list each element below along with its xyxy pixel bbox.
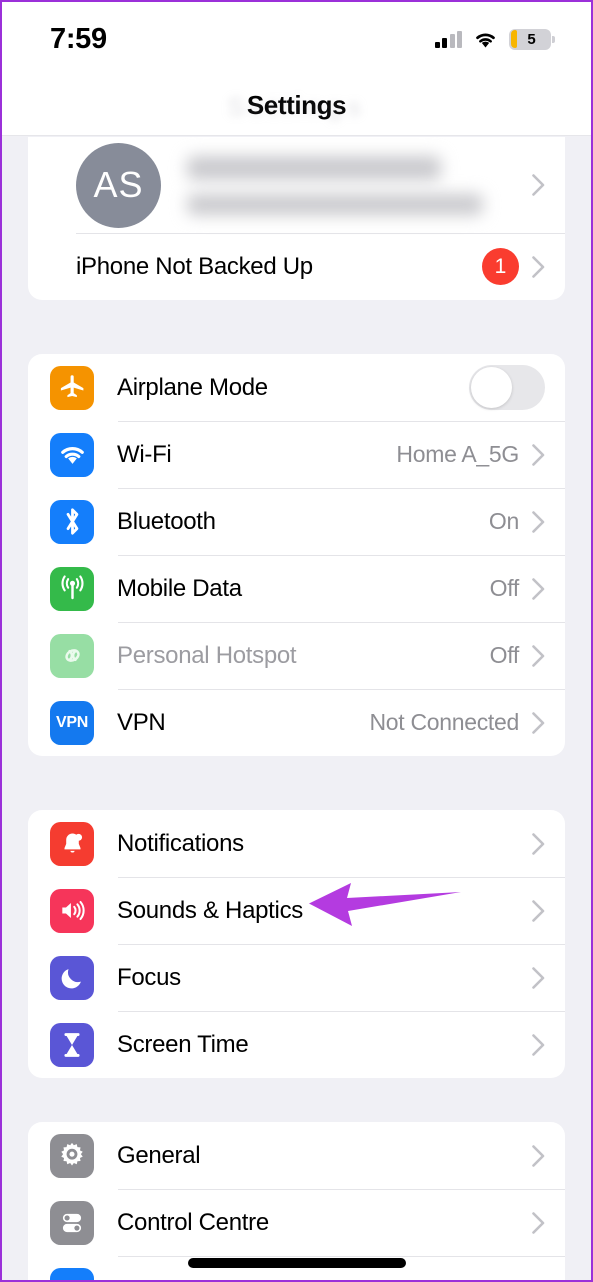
cellular-antenna-icon bbox=[50, 566, 94, 611]
chevron-right-icon bbox=[532, 174, 545, 196]
sidebar-item-bluetooth[interactable]: Bluetooth On bbox=[28, 488, 565, 555]
sidebar-item-label: Bluetooth bbox=[117, 507, 216, 535]
chevron-right-icon bbox=[532, 443, 545, 466]
wifi-icon bbox=[50, 432, 94, 477]
sidebar-item-label: Airplane Mode bbox=[117, 373, 268, 401]
airplane-icon bbox=[50, 365, 94, 410]
cellular-bars-icon bbox=[434, 30, 462, 48]
status-bar: 7:59 5 bbox=[2, 2, 591, 76]
avatar-initials: AS bbox=[93, 164, 144, 205]
chevron-right-icon bbox=[532, 510, 545, 533]
gear-icon bbox=[50, 1133, 94, 1178]
iphone-settings-screen: 7:59 5 Settings Settings AS iPhone Not B… bbox=[0, 0, 593, 1282]
chevron-right-icon bbox=[532, 644, 545, 667]
sidebar-item-label: Control Centre bbox=[117, 1208, 269, 1236]
sidebar-item-sounds-haptics[interactable]: Sounds & Haptics bbox=[28, 877, 565, 944]
sidebar-item-personal-hotspot[interactable]: Personal Hotspot Off bbox=[28, 622, 565, 689]
personal-hotspot-value: Off bbox=[489, 642, 520, 668]
sidebar-item-wifi[interactable]: Wi-Fi Home A_5G bbox=[28, 421, 565, 488]
bluetooth-icon bbox=[50, 499, 94, 544]
sidebar-item-label: Mobile Data bbox=[117, 574, 242, 602]
status-badge: 1 bbox=[482, 248, 519, 285]
sidebar-item-label: Screen Time bbox=[117, 1030, 249, 1058]
sidebar-item-label: Wi-Fi bbox=[117, 440, 172, 468]
navigation-bar: Settings Settings bbox=[2, 76, 591, 136]
bell-icon bbox=[50, 821, 94, 866]
status-bar-clock: 7:59 bbox=[50, 22, 107, 55]
alerts-card: Notifications Sounds & Haptics Focus Scr… bbox=[28, 810, 565, 1078]
chevron-right-icon bbox=[532, 832, 545, 855]
airplane-mode-toggle[interactable] bbox=[469, 365, 545, 410]
vpn-icon: VPN bbox=[50, 700, 94, 745]
status-bar-indicators: 5 bbox=[434, 28, 555, 50]
sidebar-item-vpn[interactable]: VPN VPN Not Connected bbox=[28, 689, 565, 756]
chevron-right-icon bbox=[532, 899, 545, 922]
sidebar-item-airplane-mode[interactable]: Airplane Mode bbox=[28, 354, 565, 421]
account-name-redacted bbox=[187, 155, 532, 215]
toggle-knob bbox=[471, 367, 512, 408]
chevron-right-icon bbox=[532, 1211, 545, 1234]
control-toggles-icon bbox=[50, 1200, 94, 1245]
badge-count: 1 bbox=[494, 254, 507, 278]
sidebar-item-focus[interactable]: Focus bbox=[28, 944, 565, 1011]
chevron-right-icon bbox=[532, 577, 545, 600]
display-brightness-icon bbox=[50, 1268, 94, 1280]
chevron-right-icon bbox=[532, 711, 545, 734]
sidebar-item-mobile-data[interactable]: Mobile Data Off bbox=[28, 555, 565, 622]
chevron-right-icon bbox=[532, 1033, 545, 1056]
settings-list[interactable]: AS iPhone Not Backed Up 1 Airplane Mode … bbox=[2, 137, 591, 1280]
bluetooth-value: On bbox=[488, 508, 519, 534]
avatar: AS bbox=[76, 142, 161, 228]
speaker-waves-icon bbox=[50, 888, 94, 933]
mobile-data-value: Off bbox=[489, 575, 520, 601]
page-title: Settings bbox=[246, 90, 347, 120]
hotspot-link-icon bbox=[50, 633, 94, 678]
battery-percent: 5 bbox=[527, 30, 536, 48]
wifi-icon bbox=[476, 32, 495, 47]
chevron-right-icon bbox=[532, 1144, 545, 1167]
iphone-backup-row[interactable]: iPhone Not Backed Up 1 bbox=[28, 233, 565, 300]
connectivity-card: Airplane Mode Wi-Fi Home A_5G Bluetooth … bbox=[28, 354, 565, 756]
sidebar-item-label: Sounds & Haptics bbox=[117, 896, 303, 924]
home-indicator bbox=[187, 1258, 406, 1268]
vpn-value: Not Connected bbox=[369, 709, 519, 735]
battery-icon: 5 bbox=[509, 28, 555, 50]
sidebar-item-screen-time[interactable]: Screen Time bbox=[28, 1011, 565, 1078]
sidebar-item-label: VPN bbox=[117, 708, 166, 736]
sidebar-item-label: General bbox=[117, 1141, 201, 1169]
sidebar-item-control-centre[interactable]: Control Centre bbox=[28, 1189, 565, 1256]
account-card: AS iPhone Not Backed Up 1 bbox=[28, 137, 565, 300]
chevron-right-icon bbox=[532, 255, 545, 278]
sidebar-item-general[interactable]: General bbox=[28, 1122, 565, 1189]
sidebar-item-label: Personal Hotspot bbox=[117, 641, 297, 669]
wifi-value: Home A_5G bbox=[396, 441, 519, 467]
sidebar-item-label: Focus bbox=[117, 963, 181, 991]
hourglass-icon bbox=[50, 1022, 94, 1067]
chevron-right-icon bbox=[532, 966, 545, 989]
sidebar-item-notifications[interactable]: Notifications bbox=[28, 810, 565, 877]
apple-id-row[interactable]: AS bbox=[28, 137, 565, 233]
iphone-backup-label: iPhone Not Backed Up bbox=[76, 252, 313, 280]
moon-icon bbox=[50, 955, 94, 1000]
sidebar-item-label: Notifications bbox=[117, 829, 244, 857]
battery-fill bbox=[510, 30, 517, 48]
